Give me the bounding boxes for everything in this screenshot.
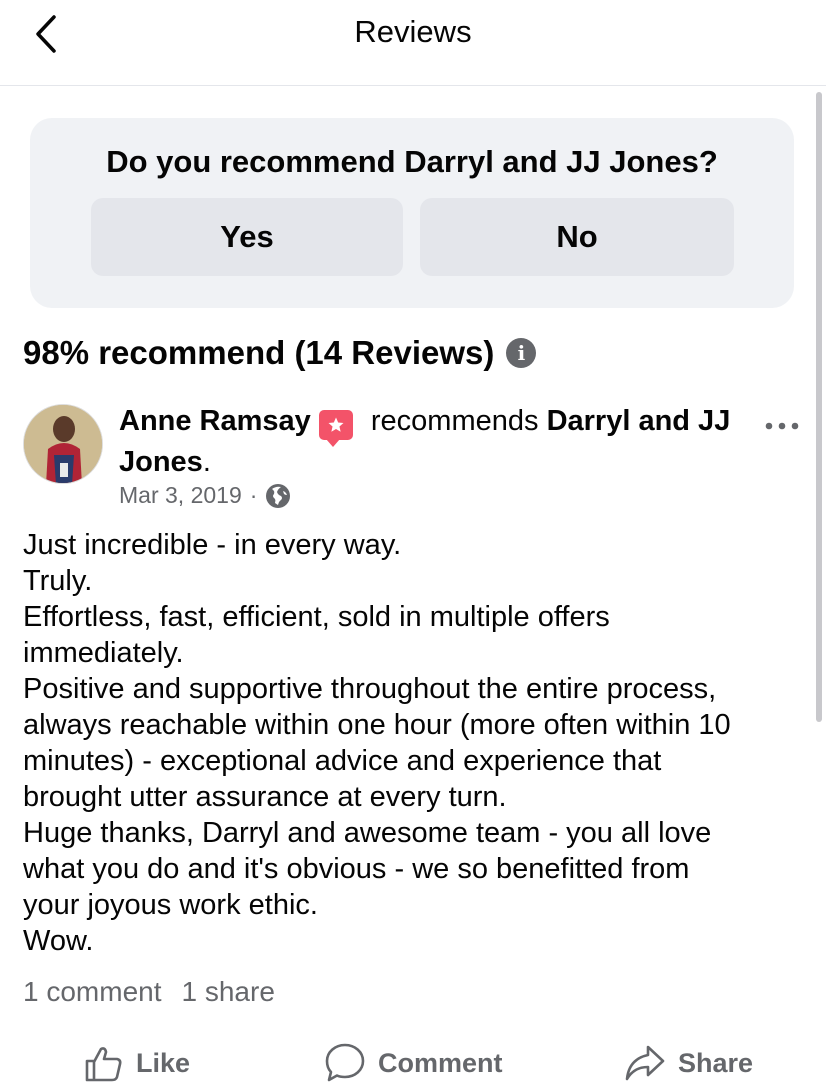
review-line: Effortless, fast, efficient, sold in mul…	[23, 601, 610, 633]
more-options-button[interactable]	[762, 411, 802, 441]
recommend-prompt-card: Do you recommend Darryl and JJ Jones? Ye…	[30, 118, 794, 308]
comment-label: Comment	[378, 1047, 503, 1078]
scrollbar[interactable]	[816, 92, 822, 722]
page-title: Reviews	[354, 14, 472, 49]
share-arrow-icon	[625, 1045, 665, 1081]
review-line: brought utter assurance at every turn.	[23, 781, 507, 813]
comment-button[interactable]: Comment	[324, 1036, 503, 1090]
review-line: your joyous work ethic.	[23, 889, 318, 921]
avatar[interactable]	[23, 404, 103, 484]
top-bar: Reviews	[0, 0, 826, 86]
recommends-verb: recommends	[370, 405, 539, 437]
action-bar: Like Comment Share	[0, 1036, 826, 1090]
summary-text: 98% recommend (14 Reviews)	[23, 334, 495, 371]
like-label: Like	[136, 1047, 191, 1078]
star-badge-icon	[318, 410, 353, 447]
review-line: Huge thanks, Darryl and awesome team - y…	[23, 817, 712, 849]
avatar-photo	[24, 405, 102, 483]
share-label: Share	[678, 1047, 754, 1078]
info-icon[interactable]: i	[506, 338, 537, 368]
page-name-link-cont[interactable]: Jones	[119, 446, 203, 478]
comment-bubble-icon	[325, 1043, 365, 1082]
recommend-summary: 98% recommend (14 Reviews) i	[23, 334, 537, 372]
no-button[interactable]: No	[420, 198, 734, 276]
meta-separator: ·	[249, 482, 258, 508]
review-line: immediately.	[23, 637, 184, 669]
review-header: Anne Ramsay recommends Darryl and JJ Jon…	[119, 401, 759, 483]
more-dots-icon	[765, 422, 799, 430]
share-button[interactable]: Share	[624, 1036, 753, 1090]
yes-button[interactable]: Yes	[91, 198, 403, 276]
engagement-stats: 1 comment 1 share	[23, 976, 275, 1008]
review-text: Just incredible - in every way. Truly. E…	[23, 527, 803, 959]
review-line: Wow.	[23, 925, 94, 957]
like-button[interactable]: Like	[84, 1036, 190, 1090]
review-line: Truly.	[23, 565, 93, 597]
review-line: minutes) - exceptional advice and experi…	[23, 745, 662, 777]
page-name-link[interactable]: Darryl and JJ	[547, 405, 731, 437]
comment-count-link[interactable]: 1 comment	[23, 976, 162, 1008]
post-date[interactable]: Mar 3, 2019	[119, 482, 242, 509]
post-meta: Mar 3, 2019 ·	[119, 482, 291, 509]
review-line: Positive and supportive throughout the e…	[23, 673, 717, 705]
recommend-question: Do you recommend Darryl and JJ Jones?	[106, 144, 718, 179]
review-line: Just incredible - in every way.	[23, 529, 402, 561]
review-line: what you do and it's obvious - we so ben…	[23, 853, 690, 885]
share-count-link[interactable]: 1 share	[182, 976, 275, 1008]
period: .	[202, 446, 211, 478]
review-line: always reachable within one hour (more o…	[23, 709, 731, 741]
globe-icon	[266, 483, 291, 508]
thumbs-up-icon	[85, 1047, 122, 1082]
author-name[interactable]: Anne Ramsay	[119, 405, 311, 437]
